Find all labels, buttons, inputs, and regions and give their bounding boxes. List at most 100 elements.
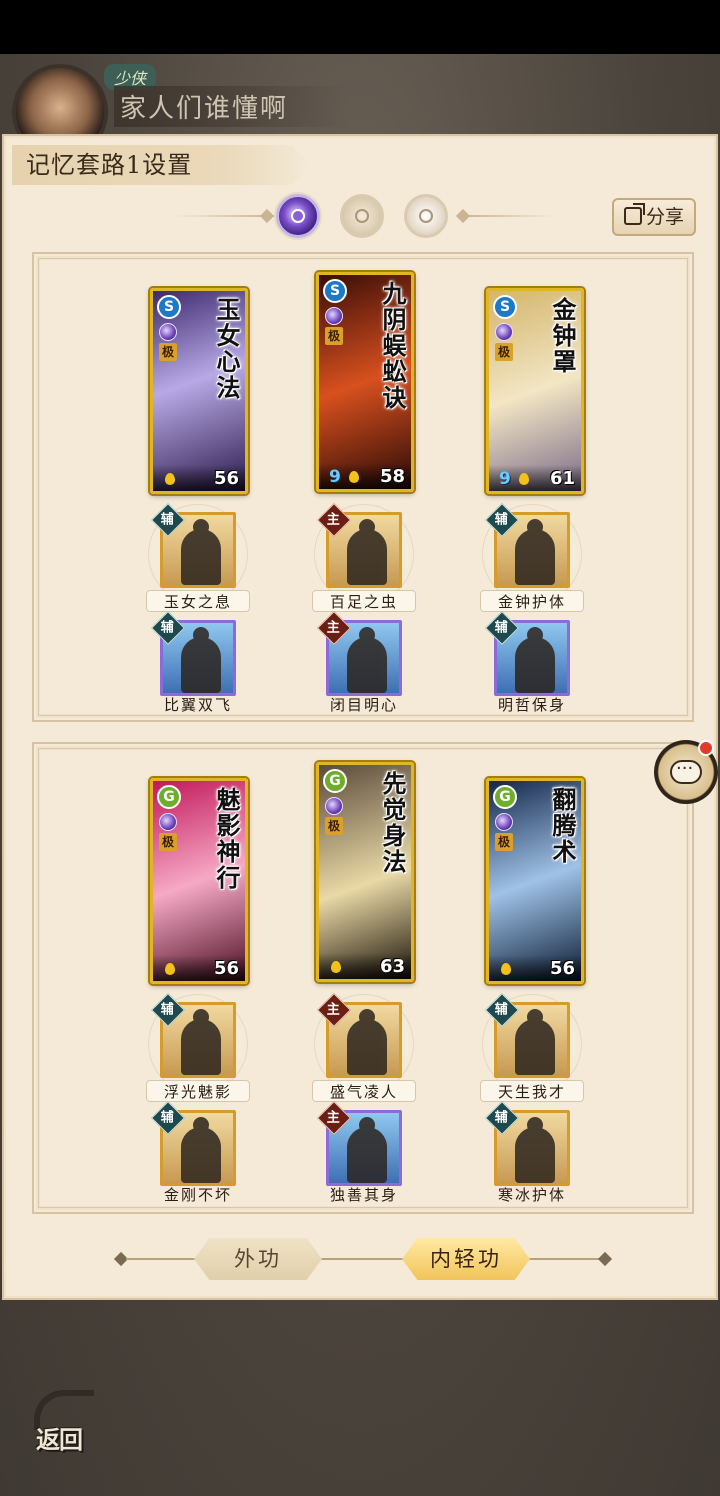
- tier-badge: 极: [495, 833, 513, 851]
- skill-slot[interactable]: 辅: [482, 503, 582, 604]
- card-name: 魅影神行: [212, 787, 241, 891]
- card-level: 58: [379, 466, 405, 487]
- skill-set-panel-movement: G 极 魅影神行 56 G 极 先觉身法 63 G 极 翻腾术 56 辅 浮光魅…: [32, 742, 694, 1214]
- memory-routine-modal: 记忆套路1设置 分享 S 极 玉女心法 56 S 极 九阴蜈蚣诀 9 58 S …: [2, 134, 718, 1300]
- notification-dot: [698, 740, 714, 756]
- card-name: 玉女心法: [212, 297, 241, 401]
- purple-orb-icon: [325, 307, 343, 325]
- element-badge-icon: G: [323, 769, 347, 793]
- share-label: 分享: [645, 206, 684, 228]
- skill-slot[interactable]: 主: [314, 993, 414, 1094]
- skill-silhouette-icon: [181, 519, 221, 585]
- element-badge-icon: G: [493, 785, 517, 809]
- energy-drop-icon: [331, 961, 341, 973]
- element-badge-icon: S: [323, 279, 347, 303]
- skill-label: 玉女之息: [146, 590, 250, 612]
- card-level: 61: [549, 468, 575, 489]
- tab-bar-ornament: [597, 1251, 613, 1267]
- routine-slot-1-purple[interactable]: [276, 194, 320, 238]
- modal-title: 记忆套路1设置: [12, 145, 312, 185]
- element-badge-icon: S: [157, 295, 181, 319]
- skill-silhouette-icon: [347, 1117, 387, 1183]
- skill-slot[interactable]: 辅: [485, 611, 570, 696]
- card-name: 九阴蜈蚣诀: [378, 281, 407, 411]
- skill-label: 金钟护体: [480, 590, 584, 612]
- skill-label: 比翼双飞: [163, 696, 232, 714]
- card-extra-value: 9: [329, 467, 341, 487]
- tier-badge: 极: [325, 817, 343, 835]
- card-extra-value: 9: [499, 469, 511, 489]
- skill-label: 金刚不坏: [163, 1186, 232, 1204]
- routine-slot-3[interactable]: [404, 194, 448, 238]
- skill-label: 寒冰护体: [497, 1186, 566, 1204]
- skill-slot[interactable]: 辅: [148, 993, 248, 1094]
- back-button[interactable]: 返回: [28, 1384, 108, 1464]
- slot-mark-icon: [419, 209, 433, 223]
- skill-label: 百足之虫: [312, 590, 416, 612]
- skill-label: 天生我才: [480, 1080, 584, 1102]
- skill-silhouette-icon: [347, 1009, 387, 1075]
- card-level: 56: [213, 468, 239, 489]
- status-bar: [0, 0, 720, 54]
- skill-silhouette-icon: [515, 519, 555, 585]
- card-level: 63: [379, 956, 405, 977]
- player-name: 家人们谁懂啊: [114, 86, 348, 127]
- skill-label: 独善其身: [329, 1186, 398, 1204]
- energy-drop-icon: [165, 963, 175, 975]
- skill-slot[interactable]: 主: [314, 503, 414, 604]
- skill-silhouette-icon: [515, 1117, 555, 1183]
- routine-slot-2[interactable]: [340, 194, 384, 238]
- skill-slot[interactable]: 主: [317, 1101, 402, 1186]
- card-level: 56: [213, 958, 239, 979]
- chat-bubble-icon: [670, 758, 702, 784]
- skill-card[interactable]: S 极 九阴蜈蚣诀 9 58: [316, 272, 414, 492]
- card-name: 翻腾术: [548, 787, 577, 865]
- skill-slot[interactable]: 主: [317, 611, 402, 696]
- bottom-tab-bar: 外功 内轻功: [4, 1236, 720, 1286]
- skill-label: 明哲保身: [497, 696, 566, 714]
- skill-slot[interactable]: 辅: [485, 1101, 570, 1186]
- skill-label: 盛气凌人: [312, 1080, 416, 1102]
- card-name: 金钟罩: [548, 297, 577, 375]
- skill-card[interactable]: S 极 玉女心法 56: [150, 288, 248, 494]
- purple-orb-icon: [495, 813, 513, 831]
- tab-outer-skills[interactable]: 外功: [194, 1238, 322, 1280]
- slot-mark-icon: [291, 209, 305, 223]
- skill-slot[interactable]: 辅: [482, 993, 582, 1094]
- skill-silhouette-icon: [181, 1117, 221, 1183]
- tier-badge: 极: [159, 343, 177, 361]
- chat-button[interactable]: [654, 740, 718, 804]
- skill-slot[interactable]: 辅: [151, 611, 236, 696]
- element-badge-icon: S: [493, 295, 517, 319]
- skill-slot[interactable]: 辅: [151, 1101, 236, 1186]
- purple-orb-icon: [325, 797, 343, 815]
- divider-line: [464, 215, 554, 217]
- share-icon: [623, 207, 642, 225]
- skill-slot[interactable]: 辅: [148, 503, 248, 604]
- purple-orb-icon: [159, 323, 177, 341]
- divider-ornament: [259, 208, 275, 224]
- energy-drop-icon: [165, 473, 175, 485]
- skill-card[interactable]: G 极 魅影神行 56: [150, 778, 248, 984]
- tab-inner-movement-skills[interactable]: 内轻功: [402, 1238, 530, 1280]
- slot-mark-icon: [355, 209, 369, 223]
- purple-orb-icon: [159, 813, 177, 831]
- tier-badge: 极: [159, 833, 177, 851]
- card-name: 先觉身法: [378, 771, 407, 875]
- skill-silhouette-icon: [181, 627, 221, 693]
- skill-set-panel-internal: S 极 玉女心法 56 S 极 九阴蜈蚣诀 9 58 S 极 金钟罩 9 61 …: [32, 252, 694, 722]
- share-button[interactable]: 分享: [612, 198, 696, 236]
- energy-drop-icon: [349, 471, 359, 483]
- skill-silhouette-icon: [347, 519, 387, 585]
- energy-drop-icon: [501, 963, 511, 975]
- card-level: 56: [549, 958, 575, 979]
- skill-card[interactable]: S 极 金钟罩 9 61: [486, 288, 584, 494]
- tier-badge: 极: [325, 327, 343, 345]
- player-header: 少侠 家人们谁懂啊: [8, 60, 348, 160]
- skill-silhouette-icon: [515, 627, 555, 693]
- skill-card[interactable]: G 极 翻腾术 56: [486, 778, 584, 984]
- skill-label: 浮光魅影: [146, 1080, 250, 1102]
- purple-orb-icon: [495, 323, 513, 341]
- skill-card[interactable]: G 极 先觉身法 63: [316, 762, 414, 982]
- energy-drop-icon: [519, 473, 529, 485]
